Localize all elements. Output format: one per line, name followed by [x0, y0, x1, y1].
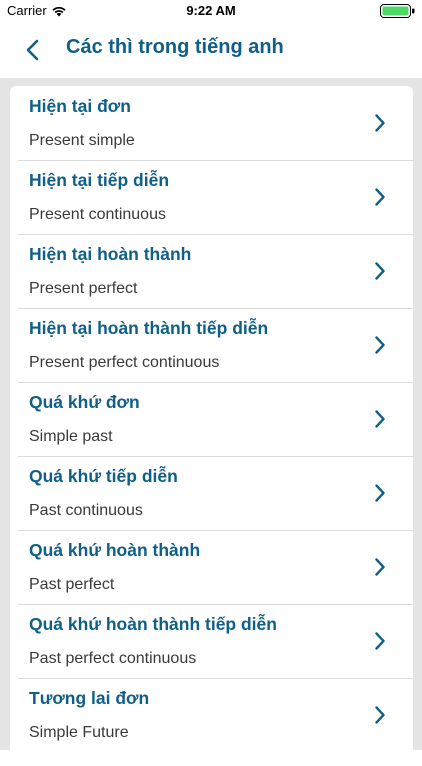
tense-name-vietnamese: Quá khứ đơn: [29, 392, 140, 412]
tense-name-english: Present perfect continuous: [29, 354, 220, 371]
tense-name-vietnamese: Hiện tại hoàn thành: [29, 244, 192, 264]
tense-list-item[interactable]: Quá khứ tiếp diễn Past continuous: [10, 456, 413, 530]
tense-name-english: Past perfect: [29, 576, 115, 593]
tense-list: Hiện tại đơn Present simple Hiện tại tiếp …: [10, 86, 413, 766]
tense-name-english: Present perfect: [29, 280, 138, 297]
tense-list-item[interactable]: Hiện tại đơn Present simple: [10, 86, 413, 160]
tense-list-item[interactable]: Hiện tại hoàn thành tiếp diễn Present per…: [10, 308, 413, 382]
tense-name-english: Simple past: [29, 428, 113, 445]
chevron-right-icon: [375, 632, 385, 650]
tense-name-vietnamese: Quá khứ hoàn thành tiếp diễn: [29, 614, 277, 634]
tense-list-item[interactable]: Hiện tại hoàn thành Present perfect: [10, 234, 413, 308]
tense-name-vietnamese: Quá khứ tiếp diễn: [29, 466, 178, 486]
status-time: 9:22 AM: [186, 3, 236, 18]
battery-icon: [380, 4, 415, 18]
page-title: Các thì trong tiếng anh: [66, 36, 284, 58]
tense-list-item[interactable]: Quá khứ đơn Simple past: [10, 382, 413, 456]
tense-name-english: Present simple: [29, 132, 135, 149]
tense-list-item[interactable]: Tương lai đơn Simple Future: [10, 678, 413, 752]
back-chevron-icon[interactable]: [22, 38, 44, 62]
chevron-right-icon: [375, 336, 385, 354]
tense-list-item[interactable]: Quá khứ hoàn thành Past perfect: [10, 530, 413, 604]
chevron-right-icon: [375, 484, 385, 502]
tense-name-vietnamese: Hiện tại đơn: [29, 96, 131, 116]
chevron-right-icon: [375, 558, 385, 576]
tense-name-english: Past continuous: [29, 502, 143, 519]
tense-name-english: Past perfect continuous: [29, 650, 197, 667]
chevron-right-icon: [375, 188, 385, 206]
tense-list-item[interactable]: Quá khứ hoàn thành tiếp diễn Past perfect…: [10, 604, 413, 678]
chevron-right-icon: [375, 262, 385, 280]
chevron-right-icon: [375, 114, 385, 132]
chevron-right-icon: [375, 706, 385, 724]
tense-name-vietnamese: Hiện tại hoàn thành tiếp diễn: [29, 318, 269, 338]
tense-name-english: Present continuous: [29, 206, 166, 223]
chevron-right-icon: [375, 410, 385, 428]
tense-list-item[interactable]: Hiện tại tiếp diễn Present continuous: [10, 160, 413, 234]
navigation-bar: Các thì trong tiếng anh: [0, 22, 422, 78]
tense-name-vietnamese: Tương lai đơn: [29, 688, 150, 708]
status-bar: Carrier 9:22 AM: [0, 0, 422, 22]
tense-name-vietnamese: Quá khứ hoàn thành: [29, 540, 201, 560]
tense-name-vietnamese: Hiện tại tiếp diễn: [29, 170, 170, 190]
tense-name-english: Simple Future: [29, 724, 129, 741]
